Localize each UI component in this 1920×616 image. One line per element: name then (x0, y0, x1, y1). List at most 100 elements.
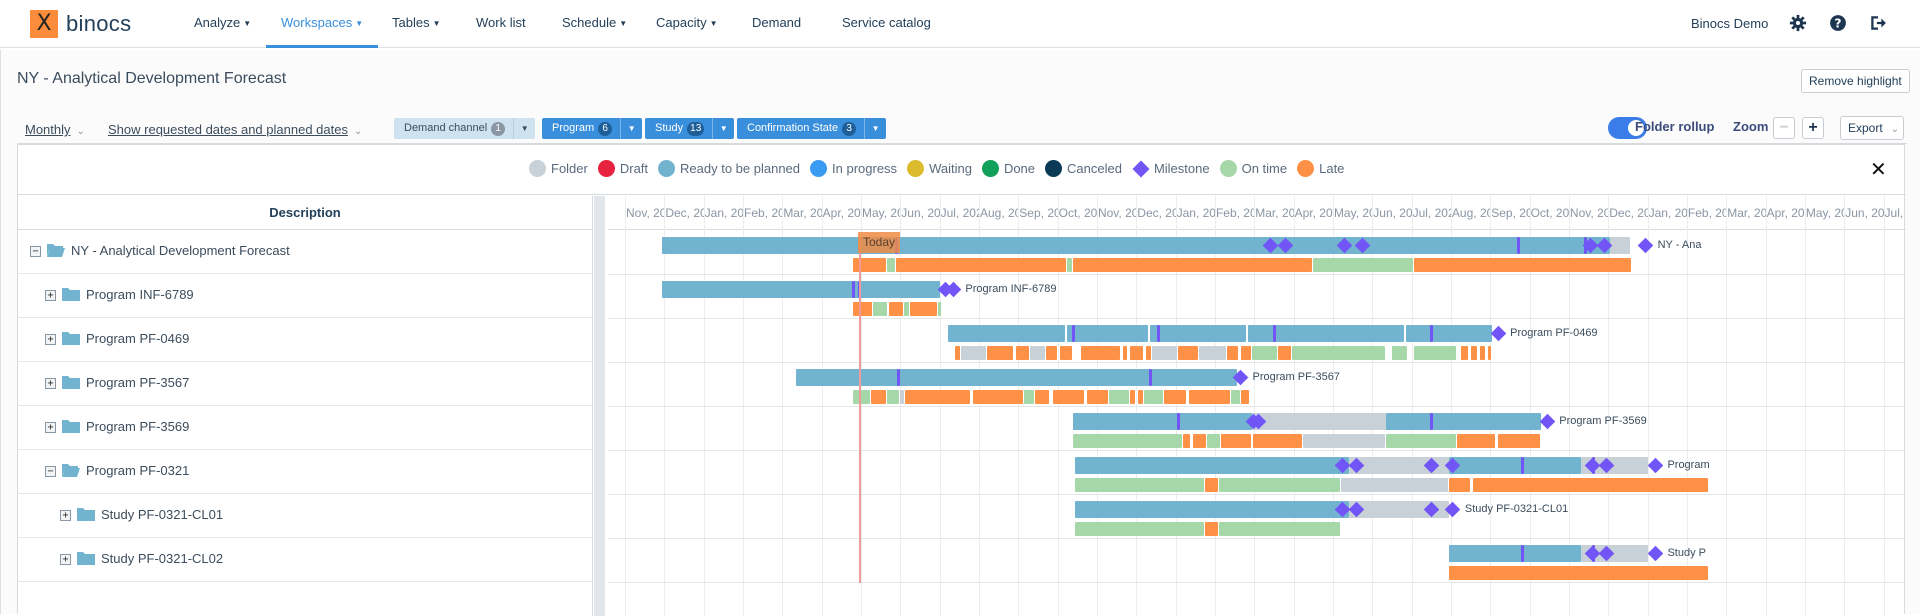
period-select[interactable]: Monthly ⌄ (25, 122, 85, 137)
status-bar-late[interactable] (1456, 434, 1496, 448)
status-bar-late[interactable] (973, 390, 1024, 404)
expand-icon[interactable]: + (60, 554, 71, 565)
status-bar-late[interactable] (1138, 390, 1144, 404)
status-bar-ontime[interactable] (1218, 522, 1340, 536)
status-bar-ontime[interactable] (886, 258, 896, 272)
status-bar-late[interactable] (1413, 258, 1631, 272)
status-bar-ontime[interactable] (1067, 258, 1073, 272)
zoom-in-button[interactable]: + (1802, 117, 1824, 139)
tree-row[interactable]: + Program PF-0469 (18, 318, 592, 362)
panel-splitter-handle[interactable] (594, 196, 605, 616)
tree-row[interactable]: + Study PF-0321-CL02 (18, 538, 592, 582)
status-bar-late[interactable] (1081, 346, 1120, 360)
status-bar-ontime[interactable] (937, 302, 941, 316)
status-bar-late[interactable] (1470, 346, 1478, 360)
user-name[interactable]: Binocs Demo (1691, 0, 1768, 48)
status-bar-late[interactable] (910, 302, 937, 316)
status-bar-ontime[interactable] (872, 302, 888, 316)
tree-row[interactable]: + Program PF-3569 (18, 406, 592, 450)
status-bar-folder[interactable] (961, 346, 986, 360)
status-bar-folder[interactable] (899, 390, 905, 404)
status-bar-ontime[interactable] (1313, 258, 1413, 272)
status-bar-late[interactable] (888, 302, 904, 316)
status-bar-late[interactable] (1015, 346, 1030, 360)
milestone-diamond[interactable] (1490, 325, 1506, 342)
status-bar-late[interactable] (1130, 346, 1144, 360)
planned-bar-ready[interactable] (1448, 545, 1581, 562)
planned-bar-ready[interactable] (1386, 413, 1542, 430)
filter-confirmation-state[interactable]: Confirmation State 3 ▼ (737, 118, 887, 139)
tree-row[interactable]: + Program PF-3567 (18, 362, 592, 406)
planned-bar-folder[interactable] (1610, 237, 1630, 254)
status-bar-ontime[interactable] (853, 390, 870, 404)
status-bar-late[interactable] (896, 258, 1067, 272)
status-bar-late[interactable] (1130, 390, 1136, 404)
status-bar-late[interactable] (1205, 522, 1218, 536)
status-bar-late[interactable] (1448, 566, 1708, 580)
planned-bar-ready[interactable] (1448, 457, 1581, 474)
expand-icon[interactable]: + (45, 378, 56, 389)
status-bar-ontime[interactable] (1413, 346, 1456, 360)
caret-down-icon[interactable]: ▼ (620, 118, 642, 139)
status-bar-late[interactable] (1240, 346, 1252, 360)
status-bar-ontime[interactable] (1075, 522, 1205, 536)
nav-workspaces[interactable]: Workspaces ▼ (266, 0, 379, 48)
status-bar-late[interactable] (1240, 390, 1250, 404)
collapse-icon[interactable]: − (30, 246, 41, 257)
status-bar-late[interactable] (955, 346, 961, 360)
status-bar-late[interactable] (1472, 478, 1708, 492)
planned-bar-ready[interactable] (661, 281, 940, 298)
tree-row[interactable]: − NY - Analytical Development Forecast (18, 230, 592, 274)
status-bar-ontime[interactable] (1218, 478, 1340, 492)
tree-row[interactable]: + Program INF-6789 (18, 274, 592, 318)
milestone-diamond[interactable] (1647, 545, 1664, 562)
milestone-diamond[interactable] (1539, 413, 1556, 430)
planned-bar-ready[interactable] (947, 325, 1066, 342)
nav-analyze[interactable]: Analyze ▼ (194, 0, 251, 48)
binocs-logo[interactable]: X binocs (30, 10, 131, 38)
nav-service-catalog[interactable]: Service catalog (842, 0, 931, 48)
status-bar-late[interactable] (1448, 478, 1470, 492)
filter-demand-channel[interactable]: Demand channel 1 ▼ (394, 118, 536, 139)
status-bar-ontime[interactable] (1207, 434, 1220, 448)
status-bar-late[interactable] (1146, 346, 1151, 360)
status-bar-folder[interactable] (1303, 434, 1386, 448)
zoom-out-button[interactable]: − (1773, 117, 1795, 139)
caret-down-icon[interactable]: ▼ (864, 118, 886, 139)
status-bar-late[interactable] (1253, 434, 1303, 448)
nav-tables[interactable]: Tables ▼ (392, 0, 441, 48)
planned-bar-ready[interactable] (661, 237, 1611, 254)
status-bar-late[interactable] (870, 390, 886, 404)
status-bar-ontime[interactable] (904, 302, 910, 316)
status-bar-ontime[interactable] (1024, 390, 1034, 404)
nav-capacity[interactable]: Capacity ▼ (656, 0, 718, 48)
status-bar-late[interactable] (1488, 346, 1492, 360)
filter-study[interactable]: Study 13 ▼ (645, 118, 735, 139)
status-bar-folder[interactable] (1199, 346, 1226, 360)
status-bar-late[interactable] (1177, 346, 1199, 360)
gear-icon[interactable] (1789, 14, 1807, 32)
status-bar-ontime[interactable] (1075, 478, 1205, 492)
status-bar-ontime[interactable] (1291, 346, 1386, 360)
export-dropdown[interactable]: Export ⌄ (1840, 116, 1904, 140)
status-bar-folder[interactable] (1030, 346, 1045, 360)
collapse-icon[interactable]: − (45, 466, 56, 477)
status-bar-late[interactable] (1087, 390, 1108, 404)
status-bar-ontime[interactable] (1386, 434, 1456, 448)
planned-bar-ready[interactable] (1073, 413, 1253, 430)
close-legend-icon[interactable]: ✕ (1870, 157, 1887, 181)
tree-row[interactable]: − Program PF-0321 (18, 450, 592, 494)
status-bar-late[interactable] (1193, 434, 1207, 448)
caret-down-icon[interactable]: ▼ (513, 118, 535, 139)
status-bar-folder[interactable] (1340, 478, 1448, 492)
status-bar-late[interactable] (1498, 434, 1541, 448)
status-bar-late[interactable] (1480, 346, 1486, 360)
expand-icon[interactable]: + (45, 290, 56, 301)
milestone-diamond[interactable] (1647, 457, 1664, 474)
expand-icon[interactable]: + (60, 510, 71, 521)
status-bar-late[interactable] (1183, 434, 1191, 448)
status-bar-late[interactable] (1059, 346, 1073, 360)
status-bar-ontime[interactable] (1108, 390, 1130, 404)
status-bar-late[interactable] (905, 390, 971, 404)
status-bar-late[interactable] (1052, 390, 1085, 404)
